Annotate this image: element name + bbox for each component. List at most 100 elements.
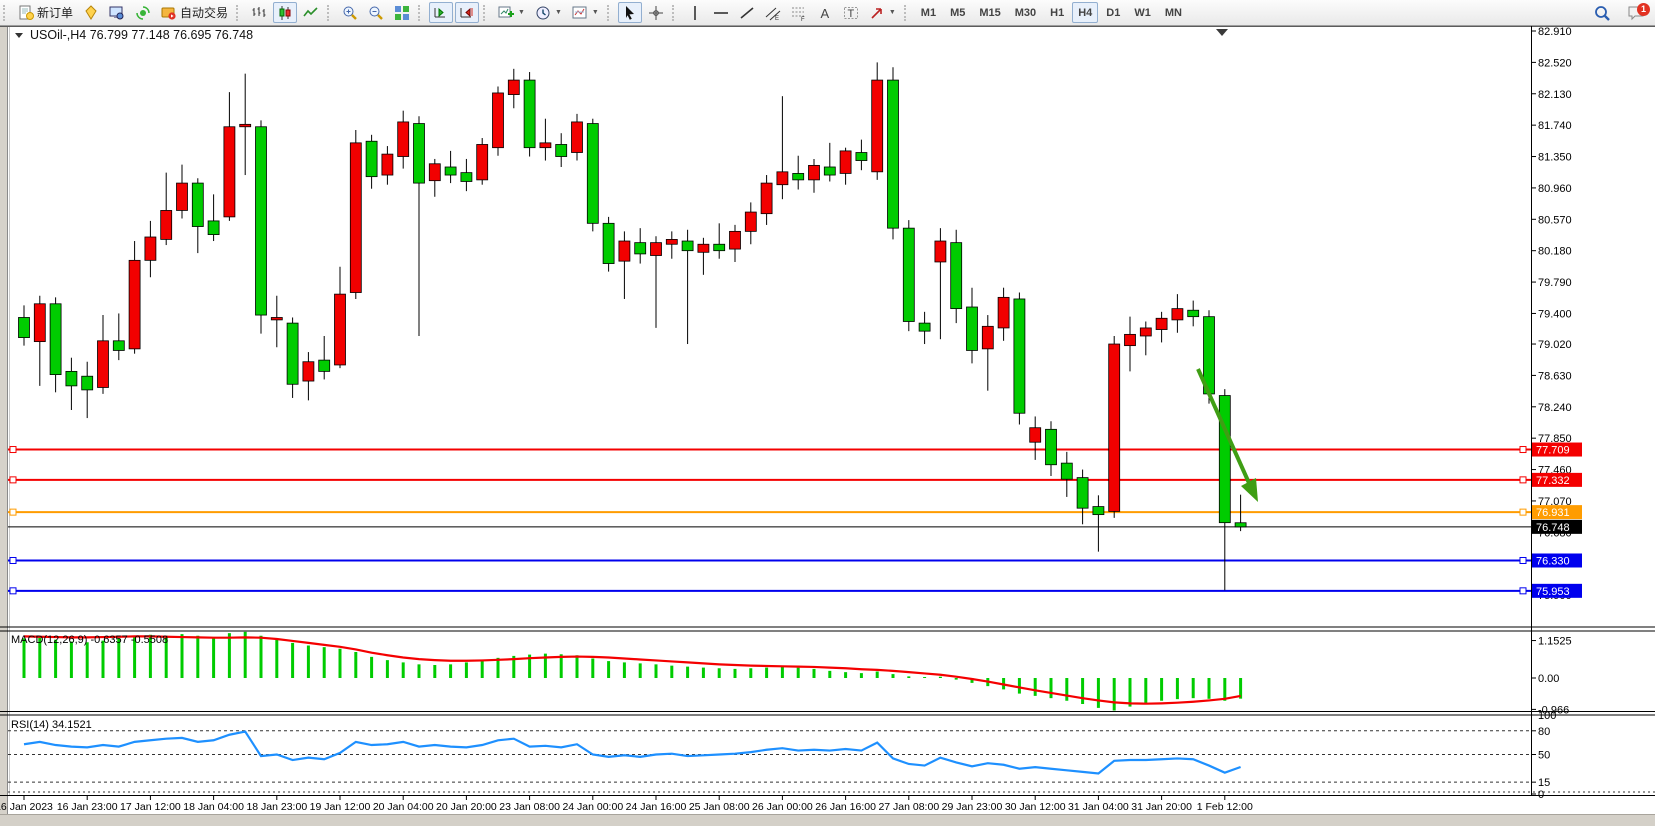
time-tick-label: 31 Jan 04:00 (1068, 801, 1129, 813)
chart-shift-button[interactable] (455, 2, 479, 23)
terminal-button[interactable] (105, 2, 129, 23)
arrows-button[interactable]: ▼ (865, 2, 900, 23)
svg-text:E: E (775, 16, 779, 21)
search-button[interactable] (1590, 2, 1614, 23)
candle-body (1235, 523, 1246, 527)
zoom-out-button[interactable] (364, 2, 388, 23)
timeframe-group: M1M5M15M30H1H4D1W1MN (914, 0, 1189, 25)
periods-button[interactable]: ▼ (531, 2, 566, 23)
rsi-label: RSI(14) 34.1521 (11, 719, 92, 731)
line-handle[interactable] (1520, 588, 1526, 594)
new-order-button[interactable]: 新订单 (14, 2, 77, 23)
candle-body (1046, 429, 1057, 464)
toolbar-group: 新订单 自动交易 (13, 0, 233, 25)
candle-body (666, 239, 677, 244)
news-button[interactable] (131, 2, 155, 23)
vertical-line-button[interactable] (683, 2, 707, 23)
candle-body (493, 93, 504, 148)
hline-icon (713, 5, 729, 21)
bars-icon (251, 5, 267, 21)
new-chart-button[interactable]: ▼ (494, 2, 529, 23)
timeframe-button-w1[interactable]: W1 (1128, 2, 1157, 23)
candle-body (967, 307, 978, 350)
candle-body (319, 360, 330, 371)
price-tick-label: 81.740 (1538, 120, 1572, 132)
timeframe-button-h1[interactable]: H1 (1044, 2, 1070, 23)
toolbar-grip (607, 5, 613, 21)
svg-text:A: A (820, 6, 829, 21)
line-handle[interactable] (10, 509, 16, 515)
horizontal-line-button[interactable] (709, 2, 733, 23)
fibonacci-button[interactable]: F (787, 2, 811, 23)
toolbar-group (428, 0, 480, 25)
candlestick-button[interactable] (273, 2, 297, 23)
autoscroll-button[interactable] (429, 2, 453, 23)
price-label-text: 75.953 (1536, 586, 1570, 598)
timeframe-button-m1[interactable]: M1 (915, 2, 942, 23)
text-button[interactable]: A (813, 2, 837, 23)
candle-body (619, 241, 630, 261)
candle-body (1140, 328, 1151, 336)
trendline-button[interactable] (735, 2, 759, 23)
candle-body (350, 143, 361, 293)
candle-body (429, 164, 440, 181)
timeframe-button-m30[interactable]: M30 (1009, 2, 1042, 23)
candle-body (1188, 310, 1199, 316)
line-handle[interactable] (10, 447, 16, 453)
zoom-in-button[interactable] (338, 2, 362, 23)
candle-body (1014, 299, 1025, 413)
candle-body (682, 241, 693, 251)
vline-icon (687, 5, 703, 21)
line-handle[interactable] (1520, 447, 1526, 453)
line-chart-button[interactable] (299, 2, 323, 23)
templates-button[interactable]: ▼ (568, 2, 603, 23)
rsi-tick-label: 0 (1538, 789, 1544, 801)
candle-body (840, 151, 851, 174)
left-window-edge (0, 26, 7, 816)
candle-body (461, 173, 472, 182)
toolbar-button-label: 自动交易 (180, 4, 228, 21)
price-tick-label: 79.790 (1538, 277, 1572, 289)
candle-body (161, 210, 172, 239)
line-handle[interactable] (10, 588, 16, 594)
line-handle[interactable] (1520, 509, 1526, 515)
cursor-button[interactable] (618, 2, 642, 23)
autotrading-button[interactable]: 自动交易 (157, 2, 232, 23)
toolbar-right: 1 (1589, 0, 1649, 25)
bar-chart-button[interactable] (247, 2, 271, 23)
line-handle[interactable] (1520, 477, 1526, 483)
metaeditor-button[interactable] (79, 2, 103, 23)
line-handle[interactable] (10, 477, 16, 483)
equidistant-channel-button[interactable]: E (761, 2, 785, 23)
candle-body (919, 323, 930, 331)
cursor-icon (622, 5, 638, 21)
text-label-button[interactable]: T (839, 2, 863, 23)
notifications-button[interactable]: 1 (1624, 3, 1648, 23)
time-tick-label: 30 Jan 12:00 (1005, 801, 1066, 813)
clock-icon (535, 5, 551, 21)
time-tick-label: 23 Jan 08:00 (499, 801, 560, 813)
timeframe-button-mn[interactable]: MN (1159, 2, 1188, 23)
chart-canvas[interactable]: 82.91082.52082.13081.74081.35080.96080.5… (0, 26, 1655, 826)
line-handle[interactable] (10, 557, 16, 563)
timeframe-button-m5[interactable]: M5 (944, 2, 971, 23)
time-tick-label: 20 Jan 04:00 (373, 801, 434, 813)
timeframe-button-m15[interactable]: M15 (973, 2, 1006, 23)
price-tick-label: 79.400 (1538, 308, 1572, 320)
candle-body (872, 80, 883, 172)
candle-body (888, 80, 899, 228)
line-handle[interactable] (1520, 557, 1526, 563)
candle-body (224, 127, 235, 217)
price-tick-label: 82.910 (1538, 26, 1572, 38)
candle-body (113, 341, 124, 351)
timeframe-button-h4[interactable]: H4 (1072, 2, 1098, 23)
crosshair-button[interactable] (644, 2, 668, 23)
chart-window[interactable]: 82.91082.52082.13081.74081.35080.96080.5… (0, 26, 1655, 826)
fibo-icon: F (791, 5, 807, 21)
timeframe-button-d1[interactable]: D1 (1100, 2, 1126, 23)
candle-body (192, 183, 203, 226)
price-tick-label: 82.520 (1538, 57, 1572, 69)
tile-windows-button[interactable] (390, 2, 414, 23)
toolbar-group (246, 0, 324, 25)
svg-text:F: F (801, 17, 805, 21)
